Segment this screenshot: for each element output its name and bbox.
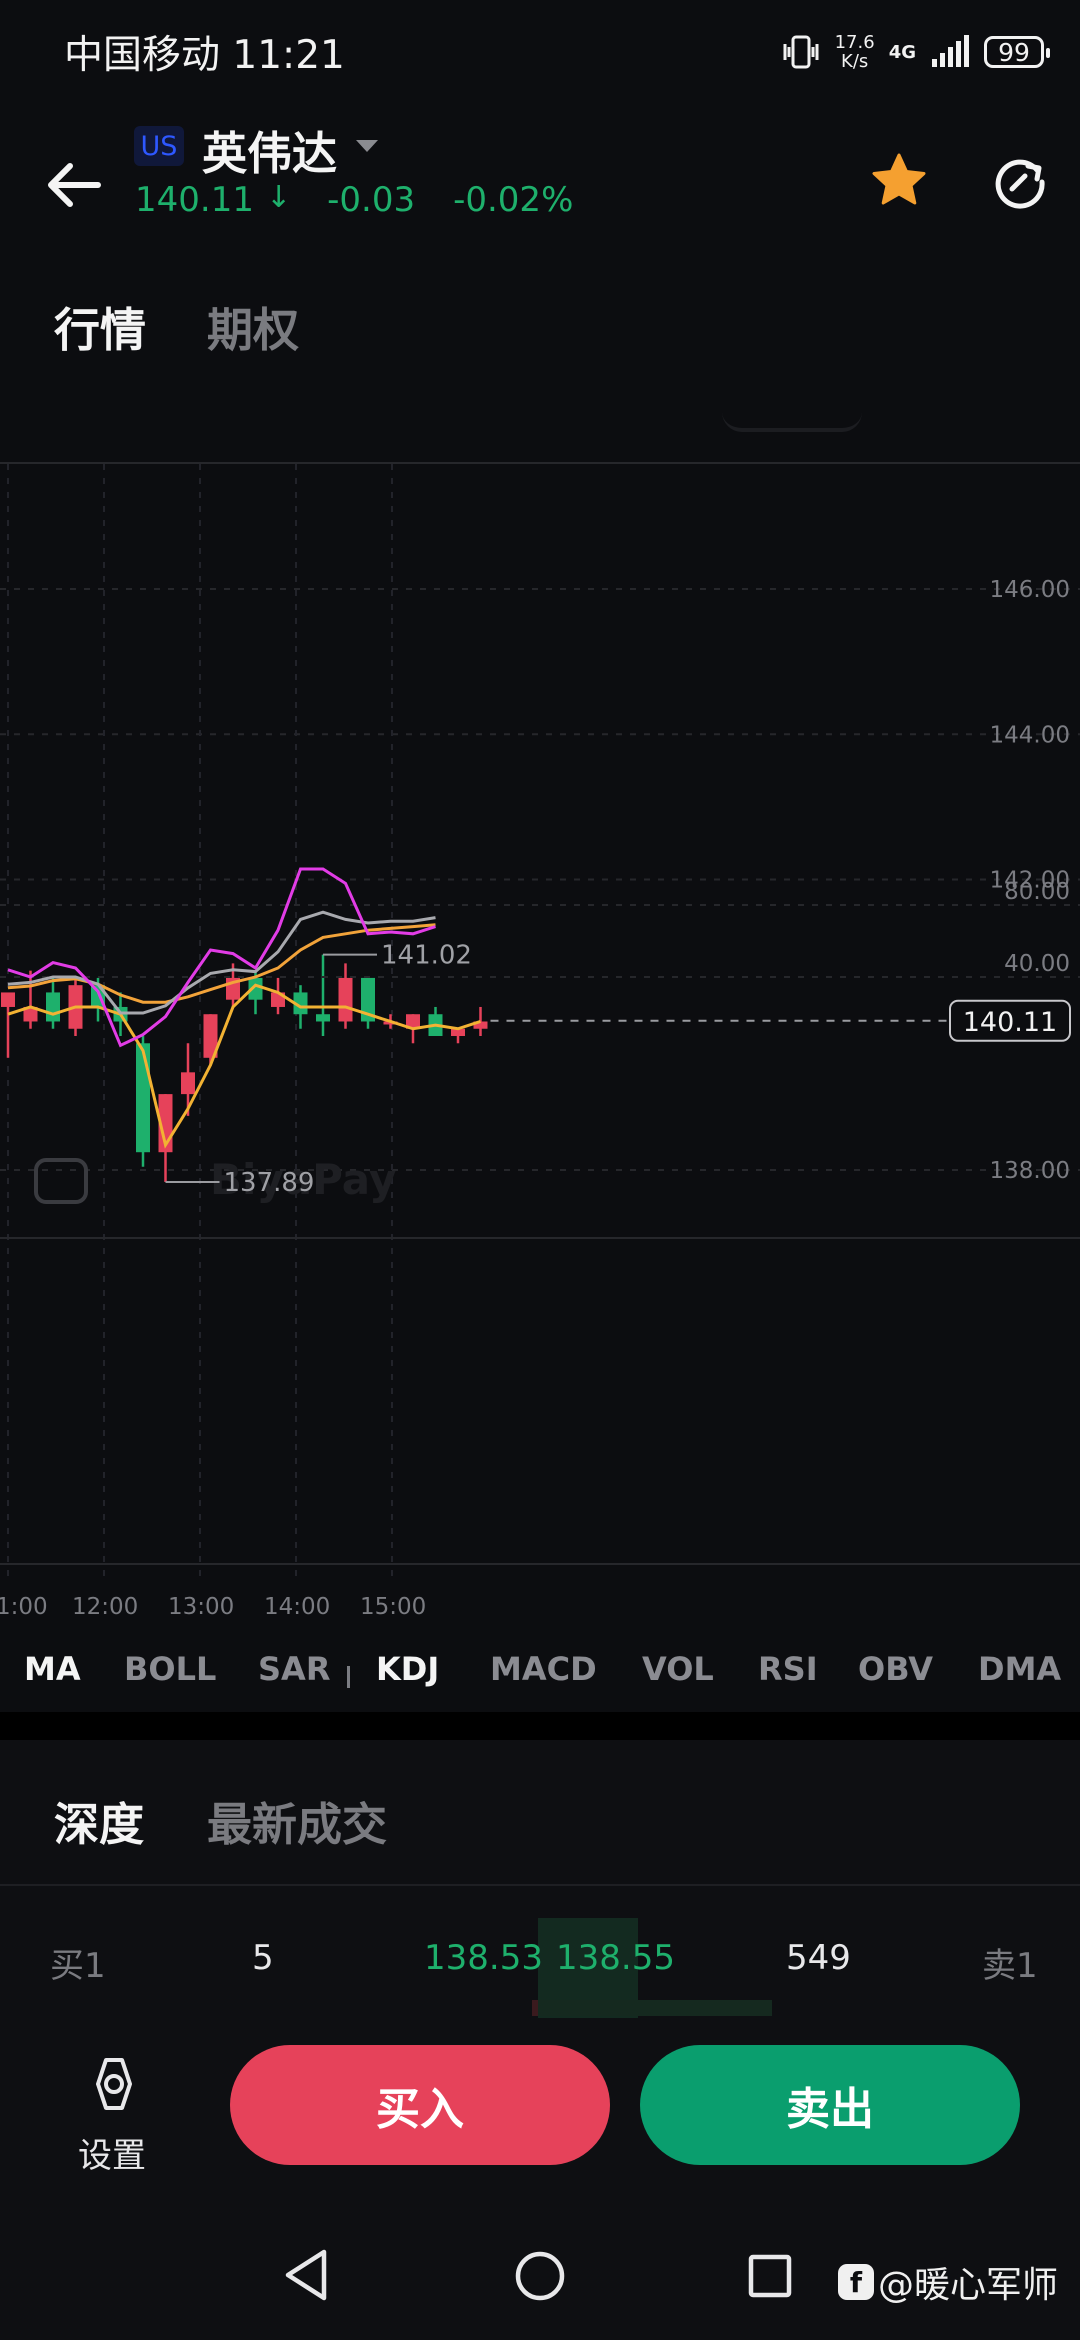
nav-home-icon[interactable]	[514, 2250, 566, 2302]
fullscreen-icon[interactable]	[34, 1158, 88, 1204]
ask-level-label: 卖1	[982, 1946, 1038, 1986]
settings-hexagon-icon	[96, 2058, 132, 2110]
indicator-rsi[interactable]: RSI	[758, 1650, 818, 1688]
kdj-tick-label: 40.00	[1004, 951, 1070, 977]
tab-market[interactable]: 行情	[54, 294, 146, 360]
high-price-label: 141.02	[381, 941, 472, 971]
indicator-dma[interactable]: DMA	[978, 1650, 1061, 1688]
carrier-name: 中国移动	[64, 33, 221, 78]
back-button[interactable]	[40, 150, 110, 220]
candles	[1, 954, 488, 1182]
battery-level: 99	[998, 37, 1030, 67]
divider	[0, 1884, 1080, 1886]
quote-row: 140.11 ↓ -0.03 -0.02%	[135, 180, 573, 220]
chart-grid	[0, 464, 1080, 1584]
settings-label[interactable]: 设置	[78, 2128, 146, 2177]
nav-recent-icon[interactable]	[748, 2254, 792, 2298]
refresh-icon	[995, 159, 1045, 209]
quote-change-pct: -0.02%	[453, 180, 574, 220]
market-badge: US	[134, 126, 184, 166]
refresh-button[interactable]	[990, 152, 1050, 212]
status-bar: 中国移动 11:21 17.6 K/s 4G 99	[0, 0, 1080, 100]
time-tick-label: 13:00	[168, 1594, 234, 1620]
current-price-line: 140.11	[490, 999, 1071, 1042]
indicator-obv[interactable]: OBV	[858, 1650, 933, 1688]
indicator-macd[interactable]: MACD	[490, 1650, 597, 1688]
indicator-separator	[347, 1666, 350, 1688]
nav-back-icon[interactable]	[282, 2248, 332, 2302]
drag-handle[interactable]	[722, 410, 862, 432]
ask-price[interactable]: 138.55	[556, 1938, 675, 1978]
low-price-label: 137.89	[224, 1168, 315, 1198]
section-gap	[0, 1712, 1080, 1740]
indicator-boll[interactable]: BOLL	[124, 1650, 216, 1688]
signal-icon	[932, 35, 969, 67]
tab-latest-trades[interactable]: 最新成交	[207, 1788, 387, 1853]
quote-change: -0.03	[327, 180, 416, 220]
net-speed-value: 17.6	[834, 32, 875, 53]
stock-name[interactable]: 英伟达	[202, 117, 337, 182]
network-type: 4G	[888, 41, 916, 63]
sell-button[interactable]: 卖出	[640, 2045, 1020, 2165]
price-tick-label: 144.00	[990, 722, 1070, 748]
star-icon	[872, 153, 926, 205]
status-carrier-time: 中国移动 11:21	[64, 24, 345, 80]
clock: 11:21	[232, 33, 345, 78]
bid-quantity: 5	[252, 1938, 274, 1978]
candle-body	[316, 1014, 330, 1022]
net-speed-unit: K/s	[841, 51, 869, 72]
watermark-text: @暖心军师	[878, 2265, 1059, 2306]
current-price-label: 140.11	[963, 1007, 1057, 1038]
kdj-tick-label: 80.00	[1004, 879, 1070, 905]
chart-watermark: BiyaPay	[34, 1155, 396, 1204]
status-icons: 17.6 K/s 4G 99	[781, 30, 1050, 74]
buy-button[interactable]: 买入	[230, 2045, 610, 2165]
time-tick-label: 1:00	[0, 1594, 48, 1620]
tab-depth[interactable]: 深度	[54, 1788, 144, 1853]
vibrate-icon	[783, 35, 819, 69]
indicator-sar[interactable]: SAR	[258, 1650, 330, 1688]
time-tick-label: 14:00	[264, 1594, 330, 1620]
indicator-bar: MA BOLL SAR KDJ MACD VOL RSI OBV DMA	[0, 1650, 1080, 1702]
indicator-kdj[interactable]: KDJ	[376, 1650, 439, 1688]
candle-body	[338, 977, 353, 1022]
favorite-button[interactable]	[868, 150, 930, 212]
candle-body	[181, 1072, 195, 1095]
kdj-panel: 80.00 40.00	[0, 867, 1080, 1048]
bid-price[interactable]: 138.53	[424, 1938, 543, 1978]
net-speed: 17.6 K/s	[835, 33, 875, 71]
dropdown-triangle-icon[interactable]	[356, 140, 378, 152]
down-arrow-icon: ↓	[265, 180, 292, 215]
candle-body	[46, 992, 60, 1022]
indicator-ma[interactable]: MA	[24, 1650, 81, 1688]
battery-icon: 99	[984, 36, 1050, 68]
time-axis: 1:00 12:00 13:00 14:00 15:00	[0, 1594, 426, 1620]
watermark: f @暖心军师	[838, 2256, 1058, 2308]
indicator-vol[interactable]: VOL	[642, 1650, 714, 1688]
back-arrow-icon	[48, 163, 101, 207]
quote-price: 140.11	[135, 180, 254, 220]
ask-quantity: 549	[786, 1938, 851, 1978]
kline-chart[interactable]: BiyaPay 140.11 141.02 137.89 146.00 144.00…	[0, 464, 1080, 1644]
price-tick-label: 138.00	[990, 1158, 1070, 1184]
price-tick-label: 146.00	[990, 577, 1070, 603]
ask-volume-bar	[538, 2000, 772, 2016]
time-tick-label: 15:00	[360, 1594, 426, 1620]
time-tick-label: 12:00	[72, 1594, 138, 1620]
tab-options[interactable]: 期权	[207, 294, 299, 360]
candle-body	[136, 1043, 150, 1153]
bid-volume-bar	[532, 2000, 538, 2016]
candle-body	[1, 992, 15, 1007]
app-logo-icon: f	[838, 2264, 874, 2300]
bid-level-label: 买1	[50, 1946, 106, 1986]
